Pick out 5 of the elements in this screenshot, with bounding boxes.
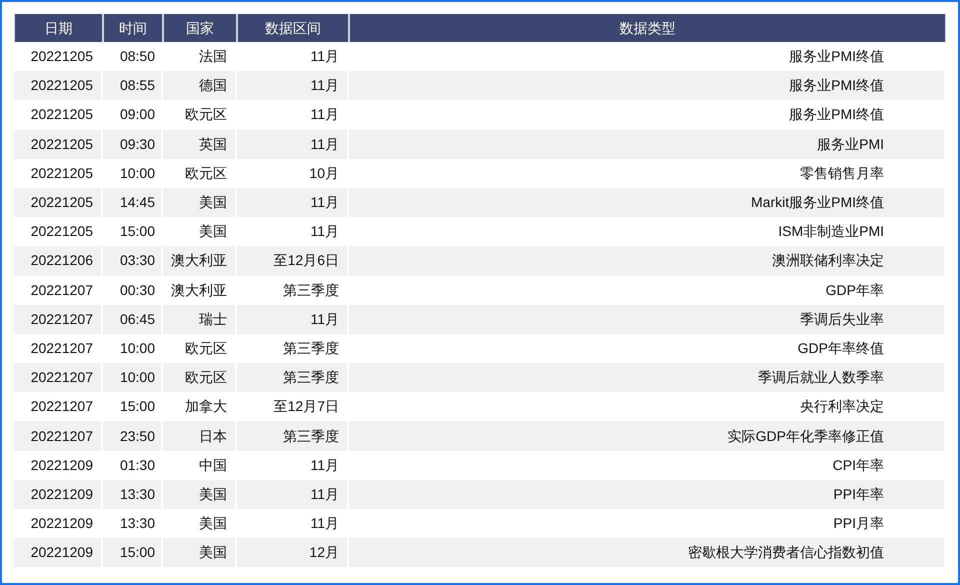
table-cell: 15:00 [103,538,163,568]
table-cell: 美国 [163,538,237,568]
table-cell: 密歇根大学消费者信心指数初值 [349,538,946,568]
table-cell: 20221209 [14,538,103,568]
table-cell: 12月 [237,538,349,568]
